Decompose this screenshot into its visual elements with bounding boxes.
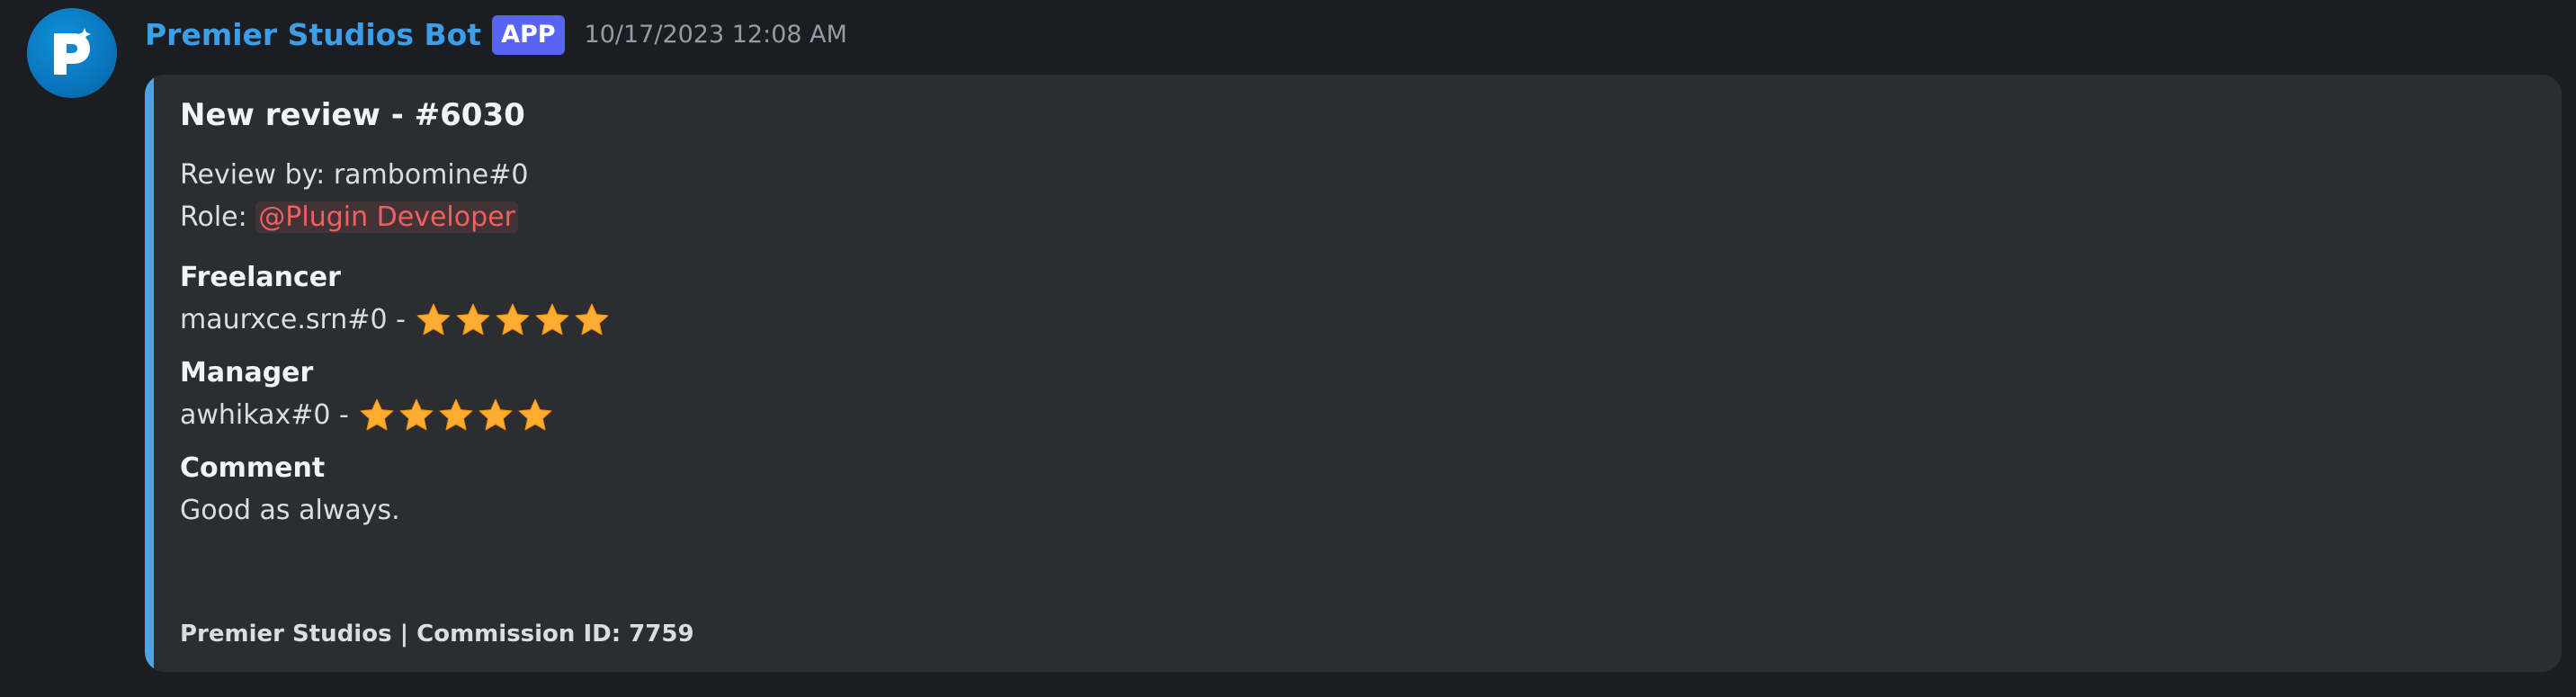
star-icon (416, 303, 451, 335)
field-name: Manager (180, 357, 314, 389)
star-rating (415, 301, 613, 339)
app-badge: APP (492, 15, 565, 55)
author-name[interactable]: Premier Studios Bot (145, 13, 481, 58)
comment-value: Good as always. (180, 495, 400, 526)
star-icon (360, 398, 394, 431)
embed-accent-bar (145, 75, 154, 672)
embed-footer: Premier Studios | Commission ID: 7759 (180, 621, 694, 648)
review-by-line: Review by: rambomine#0 (180, 154, 2526, 196)
premier-studios-logo-icon (54, 28, 91, 75)
field-comment: Comment Good as always. (180, 449, 2526, 533)
star-icon (575, 303, 609, 335)
field-value: maurxce.srn#0 - (180, 298, 2526, 343)
star-icon (399, 398, 434, 431)
field-name: Comment (180, 452, 326, 484)
embed-title: New review - #6030 (180, 97, 525, 133)
field-value: awhikax#0 - (180, 393, 2526, 438)
star-icon (535, 303, 569, 335)
star-icon (479, 398, 513, 431)
message-timestamp[interactable]: 10/17/2023 12:08 AM (585, 13, 847, 58)
star-icon (518, 398, 552, 431)
embed-content: New review - #6030 Review by: rambomine#… (180, 93, 2526, 533)
star-rating (358, 397, 556, 434)
review-embed: New review - #6030 Review by: rambomine#… (145, 75, 2562, 672)
manager-value: awhikax#0 - (180, 399, 349, 431)
role-label: Role: (180, 201, 256, 233)
star-icon (456, 303, 490, 335)
bot-avatar[interactable] (27, 8, 117, 98)
chat-message: Premier Studios Bot APP 10/17/2023 12:08… (0, 0, 2576, 697)
field-manager: Manager awhikax#0 - (180, 353, 2526, 438)
freelancer-value: maurxce.srn#0 - (180, 304, 406, 335)
star-icon (439, 398, 473, 431)
field-name: Freelancer (180, 262, 341, 293)
review-by-value: rambomine#0 (333, 159, 529, 191)
role-mention[interactable]: @Plugin Developer (255, 201, 518, 233)
star-icon (496, 303, 530, 335)
role-line: Role: @Plugin Developer (180, 196, 2526, 238)
embed-description: Review by: rambomine#0 Role: @Plugin Dev… (180, 154, 2526, 238)
review-by-label: Review by: (180, 159, 334, 191)
field-freelancer: Freelancer maurxce.srn#0 - (180, 258, 2526, 343)
message-header: Premier Studios Bot APP 10/17/2023 12:08… (145, 13, 847, 58)
